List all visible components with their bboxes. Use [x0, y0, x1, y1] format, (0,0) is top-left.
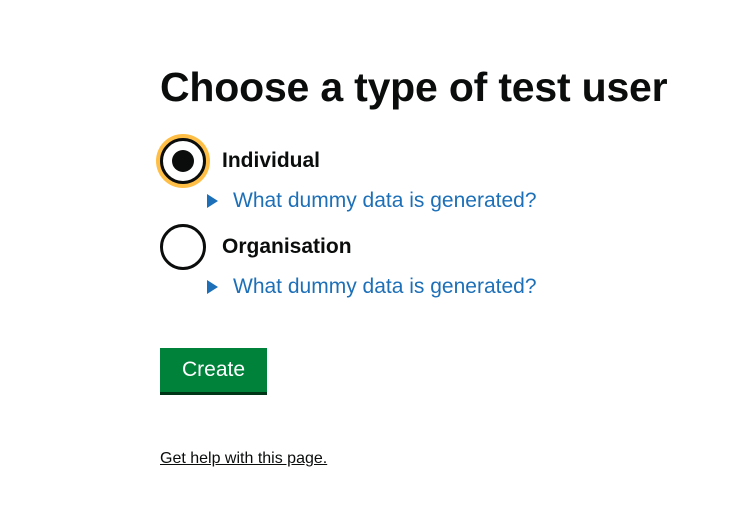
- triangle-right-icon: [207, 280, 218, 294]
- radio-option-individual[interactable]: Individual: [160, 138, 320, 184]
- details-summary-text[interactable]: What dummy data is generated?: [233, 189, 537, 213]
- details-toggle-individual[interactable]: What dummy data is generated?: [207, 189, 537, 213]
- radio-button-organisation[interactable]: [160, 224, 206, 270]
- radio-label-organisation[interactable]: Organisation: [222, 235, 352, 259]
- details-toggle-organisation[interactable]: What dummy data is generated?: [207, 275, 537, 299]
- details-summary-text[interactable]: What dummy data is generated?: [233, 275, 537, 299]
- help-link[interactable]: Get help with this page.: [160, 449, 327, 469]
- radio-label-individual[interactable]: Individual: [222, 149, 320, 173]
- radio-selected-dot: [172, 150, 194, 172]
- radio-option-organisation[interactable]: Organisation: [160, 224, 352, 270]
- page-title: Choose a type of test user: [160, 64, 668, 110]
- triangle-right-icon: [207, 194, 218, 208]
- create-button[interactable]: Create: [160, 348, 267, 395]
- radio-button-individual[interactable]: [160, 138, 206, 184]
